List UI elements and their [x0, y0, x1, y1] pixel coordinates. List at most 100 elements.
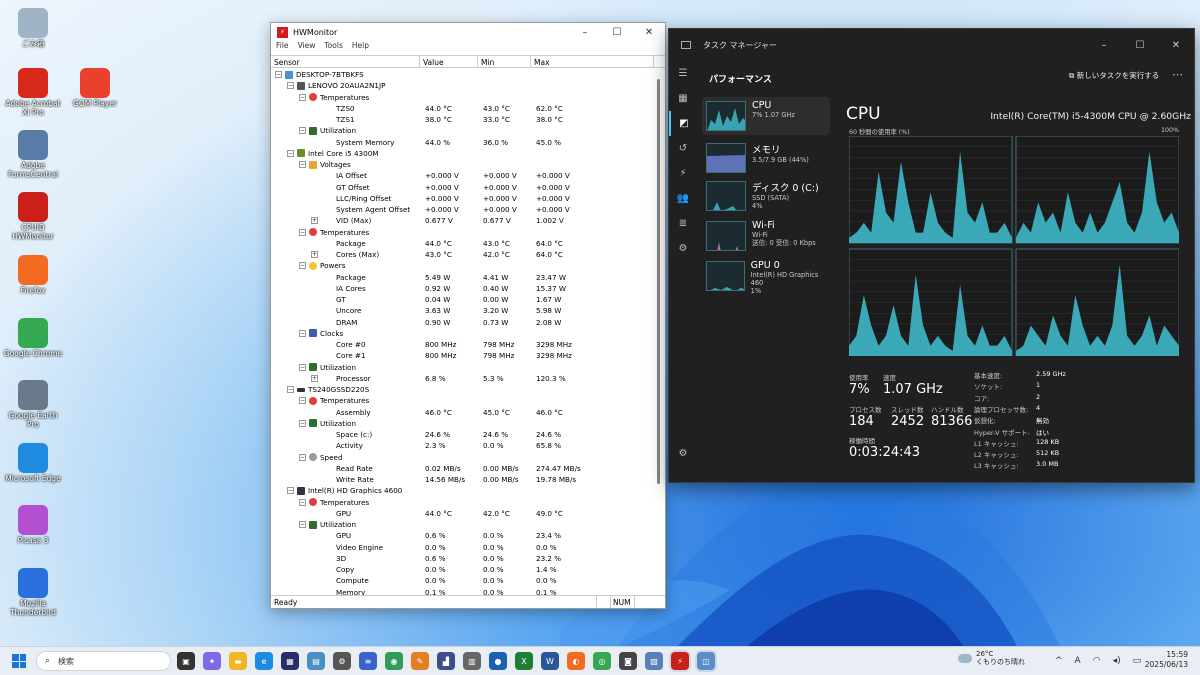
excel-icon[interactable]: X — [515, 652, 533, 670]
vertical-scrollbar[interactable] — [655, 69, 663, 596]
column-sensor[interactable]: Sensor — [271, 56, 420, 67]
sensor-row[interactable]: Core #1 800 MHz 798 MHz 3298 MHz — [271, 350, 654, 361]
sensor-row[interactable]: 3D 0.6 % 0.0 % 23.2 % — [271, 553, 654, 564]
scrollbar-thumb[interactable] — [657, 79, 660, 484]
sensor-row[interactable]: − Temperatures — [271, 395, 654, 406]
tree-toggle-icon[interactable]: − — [299, 127, 306, 135]
users-icon[interactable]: 👥 — [669, 186, 697, 211]
maximize-button[interactable]: ☐ — [601, 27, 633, 38]
hwmonitor-titlebar[interactable]: ⚡ HWMonitor – ☐ ✕ — [271, 23, 665, 41]
desktop-icon[interactable]: Adobe FormsCentral — [3, 130, 63, 179]
column-value[interactable]: Value — [420, 56, 478, 67]
tree-toggle-icon[interactable]: − — [287, 487, 294, 495]
desktop-icon[interactable]: Firefox — [3, 255, 63, 296]
performance-icon[interactable]: ◩ — [669, 111, 697, 136]
sensor-row[interactable]: − Speed — [271, 452, 654, 463]
taskmgr-maximize-button[interactable]: ☐ — [1122, 40, 1158, 51]
sensor-row[interactable]: − Utilization — [271, 519, 654, 530]
menu-help[interactable]: Help — [352, 41, 369, 53]
taskmgr-titlebar[interactable]: タスク マネージャー – ☐ ✕ — [669, 29, 1194, 61]
sensor-row[interactable]: + Cores (Max) 43.0 °C 42.0 °C 64.0 °C — [271, 249, 654, 260]
sensor-row[interactable]: System Memory 44.0 % 36.0 % 45.0 % — [271, 137, 654, 148]
sensor-row[interactable]: TZS1 38.0 °C 33.0 °C 38.0 °C — [271, 114, 654, 125]
sensor-row[interactable]: GT Offset +0.000 V +0.000 V +0.000 V — [271, 182, 654, 193]
sensor-row[interactable]: Video Engine 0.0 % 0.0 % 0.0 % — [271, 542, 654, 553]
tree-toggle-icon[interactable]: − — [287, 82, 294, 90]
network-icon[interactable]: ▟ — [437, 652, 455, 670]
gallery-icon[interactable]: ▧ — [645, 652, 663, 670]
sensor-row[interactable]: Package 44.0 °C 43.0 °C 64.0 °C — [271, 238, 654, 249]
ime-icon[interactable]: A — [1075, 656, 1081, 666]
notepad-icon[interactable]: ≡ — [359, 652, 377, 670]
sensor-row[interactable]: − Powers — [271, 260, 654, 271]
sensor-row[interactable]: Activity 2.3 % 0.0 % 65.8 % — [271, 440, 654, 451]
copilot-icon[interactable]: ✦ — [203, 652, 221, 670]
tree-toggle-icon[interactable]: − — [299, 161, 306, 169]
desktop-icon[interactable]: ごみ箱 — [3, 8, 63, 49]
sensor-row[interactable]: GPU 44.0 °C 42.0 °C 49.0 °C — [271, 508, 654, 519]
sensor-row[interactable]: − Voltages — [271, 159, 654, 170]
sensor-row[interactable]: IA Offset +0.000 V +0.000 V +0.000 V — [271, 170, 654, 181]
sensor-row[interactable]: LLC/Ring Offset +0.000 V +0.000 V +0.000 V — [271, 193, 654, 204]
sensor-row[interactable]: System Agent Offset +0.000 V +0.000 V +0.00… — [271, 204, 654, 215]
column-min[interactable]: Min — [478, 56, 531, 67]
firefox-taskbar-icon[interactable]: ◐ — [567, 652, 585, 670]
more-options-icon[interactable]: ⋯ — [1172, 68, 1183, 81]
taskmgr-close-button[interactable]: ✕ — [1158, 40, 1194, 51]
sensor-row[interactable]: − Intel Core i5 4300M — [271, 148, 654, 159]
tree-toggle-icon[interactable]: − — [299, 363, 306, 371]
sensor-row[interactable]: Copy 0.0 % 0.0 % 1.4 % — [271, 564, 654, 575]
sensor-row[interactable]: − Utilization — [271, 125, 654, 136]
start-button[interactable] — [12, 654, 26, 668]
tree-toggle-icon[interactable]: + — [311, 217, 318, 225]
sensor-row[interactable]: DRAM 0.90 W 0.73 W 2.08 W — [271, 317, 654, 328]
sensor-row[interactable]: Write Rate 14.56 MB/s 0.00 MB/s 19.78 MB/s — [271, 474, 654, 485]
remote-desktop-icon[interactable]: ▥ — [463, 652, 481, 670]
processes-icon[interactable]: ▦ — [669, 86, 697, 111]
settings-icon[interactable]: ⚙ — [669, 441, 697, 466]
sensor-row[interactable]: − Utilization — [271, 418, 654, 429]
tree-toggle-icon[interactable]: − — [299, 329, 306, 337]
column-max[interactable]: Max — [531, 56, 654, 67]
sensor-row[interactable]: − Utilization — [271, 362, 654, 373]
run-new-task-button[interactable]: ⧉ 新しいタスクを実行する — [1069, 70, 1159, 81]
startup-apps-icon[interactable]: ⚡ — [669, 161, 697, 186]
settings-taskbar-icon[interactable]: ⚙ — [333, 652, 351, 670]
sensor-row[interactable]: Compute 0.0 % 0.0 % 0.0 % — [271, 575, 654, 586]
desktop-icon[interactable]: Google Earth Pro — [3, 380, 63, 429]
sensor-row[interactable]: + VID (Max) 0.677 V 0.677 V 1.002 V — [271, 215, 654, 226]
hwmonitor-taskbar-icon[interactable]: ⚡ — [671, 652, 689, 670]
chevron-up-icon[interactable]: ^ — [1055, 656, 1063, 666]
desktop-icon[interactable]: GOM Player — [65, 68, 125, 109]
perf-item-wifi[interactable]: Wi-Fi Wi-Fi 送信: 0 受信: 0 Kbps — [702, 217, 830, 255]
desktop-icon[interactable]: Microsoft Edge — [3, 443, 63, 484]
sensor-row[interactable]: − Temperatures — [271, 92, 654, 103]
perf-item-gpu[interactable]: GPU 0 Intel(R) HD Graphics 460 1% — [702, 257, 830, 295]
photos-icon[interactable]: ▤ — [307, 652, 325, 670]
paint-icon[interactable]: ✎ — [411, 652, 429, 670]
desktop-icon[interactable]: CPUID HWMonitor — [3, 192, 63, 241]
tree-toggle-icon[interactable]: − — [299, 498, 306, 506]
tree-toggle-icon[interactable]: − — [299, 262, 306, 270]
sensor-row[interactable]: Assembly 46.0 °C 45.0 °C 46.0 °C — [271, 407, 654, 418]
tree-toggle-icon[interactable]: + — [311, 374, 318, 382]
tree-toggle-icon[interactable]: − — [299, 453, 306, 461]
sensor-row[interactable]: − TS240GSSD220S — [271, 384, 654, 395]
sensor-row[interactable]: Package 5.49 W 4.41 W 23.47 W — [271, 272, 654, 283]
minimize-button[interactable]: – — [569, 27, 601, 38]
sensor-row[interactable]: Space (c:) 24.6 % 24.6 % 24.6 % — [271, 429, 654, 440]
clock[interactable]: 15:59 2025/06/13 — [1138, 650, 1188, 670]
word-icon[interactable]: W — [541, 652, 559, 670]
menu-file[interactable]: File — [276, 41, 289, 53]
sensor-row[interactable]: − Clocks — [271, 328, 654, 339]
desktop-icon[interactable]: Adobe Acrobat XI Pro — [3, 68, 63, 117]
sensor-row[interactable]: TZS0 44.0 °C 43.0 °C 62.0 °C — [271, 103, 654, 114]
sensor-row[interactable]: Read Rate 0.02 MB/s 0.00 MB/s 274.47 MB/s — [271, 463, 654, 474]
camera-icon[interactable]: ◙ — [619, 652, 637, 670]
file-explorer-icon[interactable]: ▬ — [229, 652, 247, 670]
sensor-row[interactable]: GPU 0.6 % 0.0 % 23.4 % — [271, 530, 654, 541]
tree-toggle-icon[interactable]: − — [287, 386, 294, 394]
tree-toggle-icon[interactable]: − — [299, 521, 306, 529]
desktop-icon[interactable]: Picasa 3 — [3, 505, 63, 546]
perf-item-cpu[interactable]: CPU 7% 1.07 GHz — [702, 97, 830, 135]
